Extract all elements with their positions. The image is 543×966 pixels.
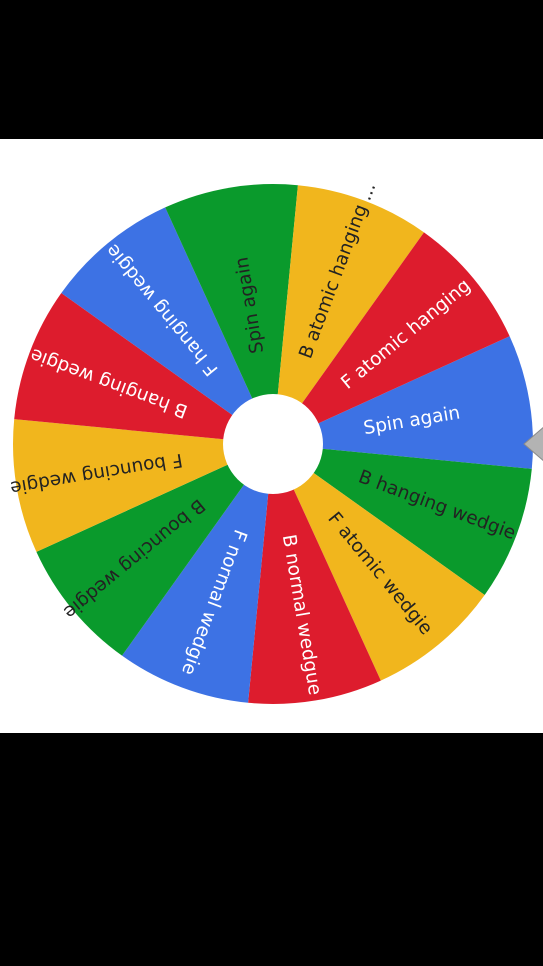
spinner-panel: Spin again B hanging wedgie F atomic wedgi… xyxy=(0,139,543,733)
spin-wheel[interactable]: Spin againB hanging wedgieF atomic wedgi… xyxy=(0,139,543,733)
bottom-black-bar xyxy=(0,733,543,966)
wheel-center-hub[interactable] xyxy=(223,394,323,494)
top-black-bar xyxy=(0,0,543,139)
